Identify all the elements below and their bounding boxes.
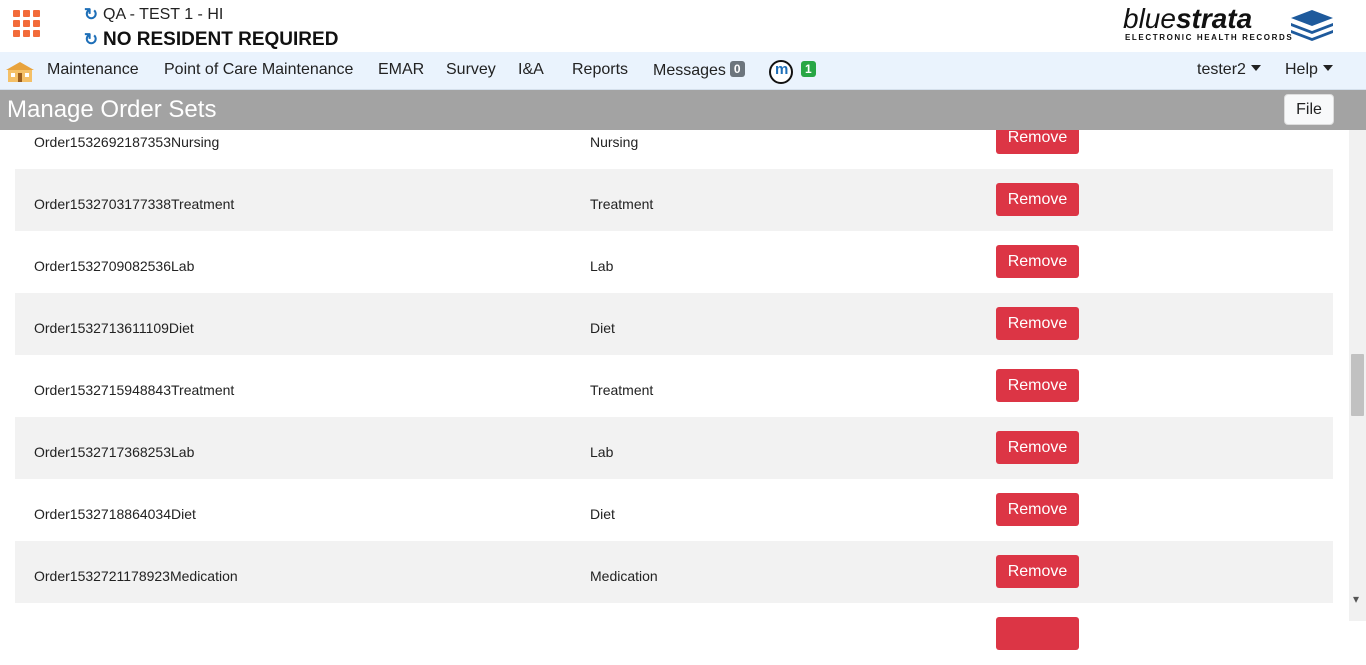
apps-grid-icon[interactable] bbox=[13, 10, 41, 38]
table-row: Order1532703177338Treatment Treatment Re… bbox=[15, 169, 1333, 231]
order-type: Diet bbox=[590, 320, 615, 336]
order-name: Order1532709082536Lab bbox=[34, 258, 195, 274]
order-name: Order1532692187353Nursing bbox=[34, 134, 220, 150]
m-count-badge: 1 bbox=[801, 61, 816, 77]
order-name: Order1532703177338Treatment bbox=[34, 196, 235, 212]
user-menu[interactable]: tester2 bbox=[1197, 61, 1261, 79]
page-title: Manage Order Sets bbox=[7, 96, 217, 123]
order-type: Treatment bbox=[590, 196, 654, 212]
table-row: Order1532717368253Lab Lab Remove bbox=[15, 417, 1333, 479]
table-row: Order1532709082536Lab Lab Remove bbox=[15, 231, 1333, 293]
remove-button[interactable] bbox=[996, 617, 1079, 650]
nav-point-of-care-maintenance[interactable]: Point of Care Maintenance bbox=[164, 61, 353, 79]
order-type: Lab bbox=[590, 444, 614, 460]
resident-name: NO RESIDENT REQUIRED bbox=[103, 29, 339, 50]
scroll-thumb[interactable] bbox=[1351, 354, 1364, 416]
remove-button[interactable]: Remove bbox=[996, 431, 1079, 464]
remove-button[interactable]: Remove bbox=[996, 245, 1079, 278]
page-scrollbar[interactable]: ▾ bbox=[1349, 130, 1366, 621]
order-type: Medication bbox=[590, 568, 658, 584]
order-sets-table: Order1532692187353Nursing Nursing Remove… bbox=[15, 107, 1333, 665]
nav-emar[interactable]: EMAR bbox=[378, 61, 424, 79]
messages-label: Messages bbox=[653, 62, 726, 79]
order-type: Treatment bbox=[590, 382, 654, 398]
resident-selector[interactable]: ↻ NO RESIDENT REQUIRED bbox=[83, 29, 339, 51]
order-name: Order1532721178923Medication bbox=[34, 568, 238, 584]
nav-i-and-a[interactable]: I&A bbox=[518, 61, 544, 79]
file-menu-button[interactable]: File bbox=[1284, 94, 1334, 125]
table-row bbox=[15, 603, 1333, 665]
main-nav: Maintenance Point of Care Maintenance EM… bbox=[0, 52, 1366, 90]
page-titlebar: Manage Order Sets File bbox=[0, 90, 1366, 130]
order-name: Order1532715948843Treatment bbox=[34, 382, 235, 398]
remove-button[interactable]: Remove bbox=[996, 369, 1079, 402]
table-row: Order1532715948843Treatment Treatment Re… bbox=[15, 355, 1333, 417]
facility-selector[interactable]: ↻ QA - TEST 1 - HI bbox=[83, 5, 223, 25]
order-type: Lab bbox=[590, 258, 614, 274]
remove-button[interactable]: Remove bbox=[996, 493, 1079, 526]
remove-button[interactable]: Remove bbox=[996, 307, 1079, 340]
home-facility-icon[interactable] bbox=[4, 60, 36, 84]
refresh-icon[interactable]: ↻ bbox=[83, 5, 99, 25]
facility-name: QA - TEST 1 - HI bbox=[103, 6, 224, 23]
messages-count-badge: 0 bbox=[729, 61, 745, 77]
nav-maintenance[interactable]: Maintenance bbox=[47, 61, 139, 79]
refresh-icon[interactable]: ↻ bbox=[83, 30, 99, 50]
remove-button[interactable]: Remove bbox=[996, 555, 1079, 588]
order-name: Order1532718864034Diet bbox=[34, 506, 196, 522]
order-name: Order1532713611109Diet bbox=[34, 320, 194, 336]
bluestrata-logo: bluestrata ELECTRONIC HEALTH RECORDS bbox=[1123, 4, 1338, 46]
table-row: Order1532721178923Medication Medication … bbox=[15, 541, 1333, 603]
table-row: Order1532718864034Diet Diet Remove bbox=[15, 479, 1333, 541]
app-header: ↻ QA - TEST 1 - HI ↻ NO RESIDENT REQUIRE… bbox=[0, 0, 1366, 52]
m-app-icon[interactable] bbox=[769, 60, 793, 84]
scroll-down-icon[interactable]: ▾ bbox=[1353, 592, 1359, 606]
help-menu[interactable]: Help bbox=[1285, 61, 1333, 79]
nav-reports[interactable]: Reports bbox=[572, 61, 628, 79]
nav-messages[interactable]: Messages 0 bbox=[653, 61, 745, 80]
order-type: Nursing bbox=[590, 134, 639, 150]
remove-button[interactable]: Remove bbox=[996, 183, 1079, 216]
order-type: Diet bbox=[590, 506, 615, 522]
order-name: Order1532717368253Lab bbox=[34, 444, 195, 460]
layers-icon bbox=[1291, 10, 1333, 41]
nav-survey[interactable]: Survey bbox=[446, 61, 496, 79]
table-row: Order1532713611109Diet Diet Remove bbox=[15, 293, 1333, 355]
